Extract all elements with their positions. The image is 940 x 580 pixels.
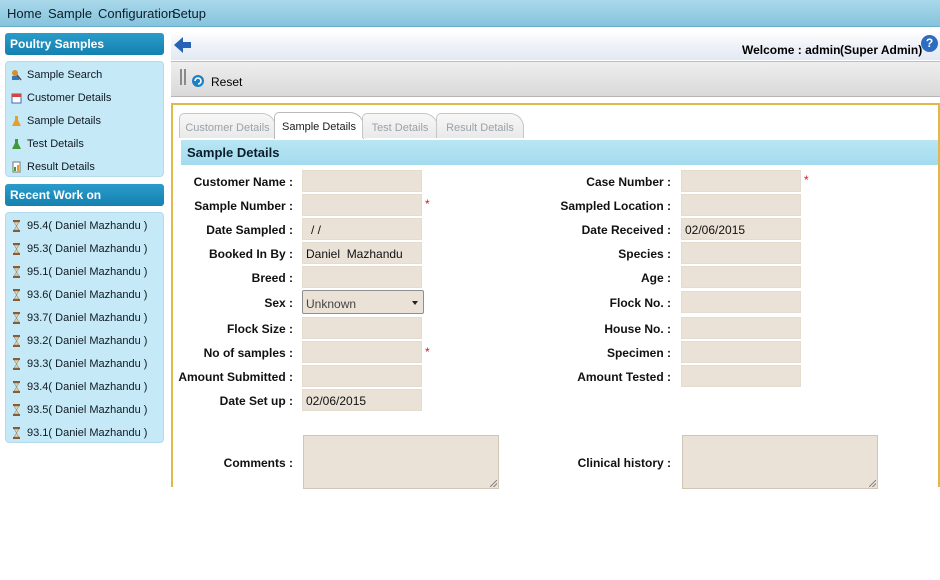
help-icon[interactable]: ? — [921, 35, 938, 52]
amount-submitted-label: Amount Submitted : — [178, 370, 293, 384]
hourglass-icon — [11, 312, 22, 324]
sidebar-item-sample-details[interactable]: Sample Details — [11, 113, 101, 129]
house-no-field[interactable] — [681, 317, 801, 339]
date-sampled-label: Date Sampled : — [206, 223, 293, 237]
nav-sample[interactable]: Sample — [48, 6, 92, 21]
green-flask-icon — [11, 138, 22, 150]
tab-test-details[interactable]: Test Details — [362, 113, 438, 138]
magnifier-person-icon — [11, 69, 22, 81]
reset-button[interactable]: Reset — [190, 71, 242, 92]
sampled-location-label: Sampled Location : — [560, 199, 671, 213]
flock-no-label: Flock No. : — [609, 296, 671, 310]
date-received-label: Date Received : — [581, 223, 671, 237]
amount-tested-label: Amount Tested : — [577, 370, 671, 384]
sample-number-label: Sample Number : — [194, 199, 293, 213]
resize-grip-icon[interactable] — [490, 480, 497, 487]
hourglass-icon — [11, 335, 22, 347]
sidebar-item-test-details[interactable]: Test Details — [11, 136, 84, 152]
toolbar: Reset — [171, 61, 940, 97]
welcome-text: Welcome : admin — [742, 43, 841, 57]
amount-submitted-field[interactable] — [302, 365, 422, 387]
tab-sample-details[interactable]: Sample Details — [274, 112, 364, 139]
customer-name-field[interactable] — [302, 170, 422, 192]
species-label: Species : — [618, 247, 671, 261]
clinical-history-textarea[interactable] — [682, 435, 878, 489]
no-of-samples-field[interactable] — [302, 341, 422, 363]
recent-work-label: 93.1( Daniel Mazhandu ) — [27, 427, 148, 439]
sex-select[interactable]: Unknown — [302, 290, 424, 314]
report-icon — [11, 161, 22, 173]
toolbar-grip-icon — [180, 69, 186, 85]
no-of-samples-label: No of samples : — [203, 346, 293, 360]
date-set-up-field[interactable]: 02/06/2015 — [302, 389, 422, 411]
customer-name-label: Customer Name : — [193, 175, 293, 189]
comments-label: Comments : — [223, 456, 293, 470]
calendar-icon — [11, 92, 22, 104]
date-received-field[interactable]: 02/06/2015 — [681, 218, 801, 240]
sampled-location-field[interactable] — [681, 194, 801, 216]
specimen-field[interactable] — [681, 341, 801, 363]
poultry-samples-panel: Sample Search Customer Details Sample De… — [5, 61, 164, 177]
sidebar-item-result-details[interactable]: Result Details — [11, 159, 95, 175]
age-field[interactable] — [681, 266, 801, 288]
top-nav: Home Sample Configuration Setup — [0, 0, 940, 27]
amount-tested-field[interactable] — [681, 365, 801, 387]
refresh-icon — [190, 71, 206, 92]
nav-setup[interactable]: Setup — [172, 6, 206, 21]
case-number-required-mark: * — [804, 173, 809, 187]
hourglass-icon — [11, 289, 22, 301]
booked-in-by-label: Booked In By : — [208, 247, 293, 261]
recent-work-item[interactable]: 93.1( Daniel Mazhandu ) — [11, 425, 147, 441]
hourglass-icon — [11, 381, 22, 393]
user-role: (Super Admin) — [840, 43, 923, 57]
sidebar-item-customer-details[interactable]: Customer Details — [11, 90, 111, 106]
hourglass-icon — [11, 220, 22, 232]
resize-grip-icon[interactable] — [869, 480, 876, 487]
tab-customer-details[interactable]: Customer Details — [179, 113, 276, 138]
nav-home[interactable]: Home — [7, 6, 42, 21]
case-number-field[interactable] — [681, 170, 801, 192]
breed-field[interactable] — [302, 266, 422, 288]
flock-size-field[interactable] — [302, 317, 422, 339]
hourglass-icon — [11, 266, 22, 278]
house-no-label: House No. : — [604, 322, 671, 336]
sidebar-item-label: Sample Details — [27, 115, 101, 127]
sample-number-required-mark: * — [425, 197, 430, 211]
content-frame: Customer Details Sample Details Test Det… — [171, 103, 940, 489]
species-field[interactable] — [681, 242, 801, 264]
breed-label: Breed : — [251, 271, 293, 285]
date-set-up-label: Date Set up : — [219, 394, 293, 408]
hourglass-icon — [11, 243, 22, 255]
date-sampled-field[interactable]: / / — [302, 218, 422, 240]
sidebar-item-label: Customer Details — [27, 92, 112, 104]
sex-label: Sex : — [264, 296, 293, 310]
poultry-samples-header: Poultry Samples — [5, 33, 164, 55]
chevron-down-icon — [412, 301, 418, 305]
flock-no-field[interactable] — [681, 291, 801, 313]
age-label: Age : — [641, 271, 671, 285]
sex-select-value: Unknown — [306, 297, 357, 311]
nav-configuration[interactable]: Configuration — [98, 6, 175, 21]
sample-number-field[interactable] — [302, 194, 422, 216]
booked-in-by-field[interactable]: Daniel Mazhandu — [302, 242, 422, 264]
flask-icon — [11, 115, 22, 127]
tab-result-details[interactable]: Result Details — [436, 113, 524, 138]
clinical-history-label: Clinical history : — [577, 456, 671, 470]
hourglass-icon — [11, 358, 22, 370]
sidebar-item-label: Test Details — [27, 138, 84, 150]
case-number-label: Case Number : — [586, 175, 671, 189]
hourglass-icon — [11, 427, 22, 439]
specimen-label: Specimen : — [606, 346, 671, 360]
section-title: Sample Details — [181, 140, 938, 165]
hourglass-icon — [11, 404, 22, 416]
back-arrow-icon[interactable] — [173, 35, 193, 58]
sidebar-item-sample-search[interactable]: Sample Search — [11, 67, 102, 83]
comments-textarea[interactable] — [303, 435, 499, 489]
sidebar-item-label: Sample Search — [27, 69, 103, 81]
reset-label: Reset — [211, 74, 243, 89]
welcome-bar: Welcome : admin (Super Admin) ? — [171, 32, 940, 60]
no-of-samples-required-mark: * — [425, 345, 430, 359]
flock-size-label: Flock Size : — [226, 322, 293, 336]
sidebar-item-label: Result Details — [27, 161, 95, 173]
